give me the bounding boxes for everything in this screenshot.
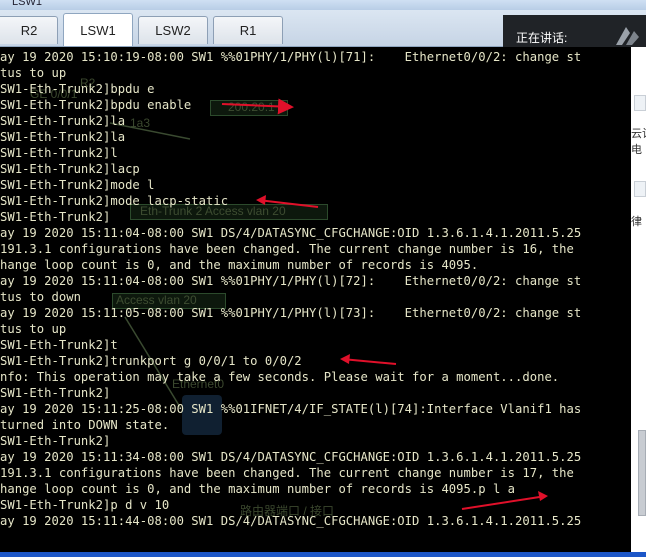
terminal-line: hange loop count is 0, and the maximum n… — [0, 482, 516, 496]
terminal-line: SW1-Eth-Trunk2]l — [0, 146, 118, 160]
terminal-line: 191.3.1 configurations have been changed… — [0, 466, 574, 480]
terminal-line: SW1-Eth-Trunk2]bpdu e — [0, 82, 155, 96]
taskbar-strip — [0, 552, 646, 557]
terminal-line: SW1-Eth-Trunk2] — [0, 386, 111, 400]
panel-label: 云计算 — [631, 128, 646, 140]
terminal-line: tus to down — [0, 290, 81, 304]
terminal-line: hange loop count is 0, and the maximum n… — [0, 258, 479, 272]
window-titlebar: LSW1 — [0, 0, 646, 10]
terminal-line: 191.3.1 configurations have been changed… — [0, 242, 574, 256]
terminal-line: SW1-Eth-Trunk2]mode lacp-static — [0, 194, 229, 208]
terminal-line: ay 19 2020 15:11:05-08:00 SW1 %%01PHY/1/… — [0, 306, 582, 320]
terminal-line: turned into DOWN state. — [0, 418, 170, 432]
terminal-console[interactable]: R2 GE 0/0/1 200.20.1 1a3 Eth-Trunk 2 Acc… — [0, 47, 631, 552]
terminal-line: SW1-Eth-Trunk2]bpdu enable — [0, 98, 192, 112]
tab-r1[interactable]: R1 — [213, 16, 283, 44]
panel-label: 电 — [631, 144, 642, 156]
terminal-line: tus to up — [0, 66, 67, 80]
meeting-logo-icon — [616, 27, 639, 45]
terminal-line: tus to up — [0, 322, 67, 336]
terminal-line: ay 19 2020 15:11:04-08:00 SW1 DS/4/DATAS… — [0, 226, 582, 240]
scrollbar-thumb[interactable] — [638, 430, 646, 516]
terminal-line: ay 19 2020 15:11:44-08:00 SW1 DS/4/DATAS… — [0, 514, 582, 528]
panel-label: 律 — [631, 216, 642, 228]
tab-lsw1[interactable]: LSW1 — [63, 13, 133, 46]
terminal-line: SW1-Eth-Trunk2] — [0, 210, 111, 224]
terminal-line: SW1-Eth-Trunk2]trunkport g 0/0/1 to 0/0/… — [0, 354, 302, 368]
terminal-line: nfo: This operation may take a few secon… — [0, 370, 560, 384]
panel-square-icon — [634, 95, 646, 111]
terminal-line: SW1-Eth-Trunk2] — [0, 434, 111, 448]
terminal-line: SW1-Eth-Trunk2]la — [0, 114, 126, 128]
tab-r2[interactable]: R2 — [0, 16, 58, 44]
tab-lsw2[interactable]: LSW2 — [138, 16, 208, 44]
terminal-line: ay 19 2020 15:11:25-08:00 SW1 %%01IFNET/… — [0, 402, 582, 416]
terminal-line: SW1-Eth-Trunk2]la — [0, 130, 126, 144]
speaking-label: 正在讲话: — [516, 31, 568, 45]
terminal-line: SW1-Eth-Trunk2]p d v 10 — [0, 498, 170, 512]
window-title: LSW1 — [12, 0, 42, 8]
terminal-line: ay 19 2020 15:10:19-08:00 SW1 %%01PHY/1/… — [0, 50, 582, 64]
terminal-line: SW1-Eth-Trunk2]mode l — [0, 178, 155, 192]
terminal-line: SW1-Eth-Trunk2]lacp — [0, 162, 140, 176]
terminal-line: SW1-Eth-Trunk2]t — [0, 338, 118, 352]
terminal-line: ay 19 2020 15:11:34-08:00 SW1 DS/4/DATAS… — [0, 450, 582, 464]
terminal-line: ay 19 2020 15:11:04-08:00 SW1 %%01PHY/1/… — [0, 274, 582, 288]
panel-square-icon — [634, 181, 646, 197]
